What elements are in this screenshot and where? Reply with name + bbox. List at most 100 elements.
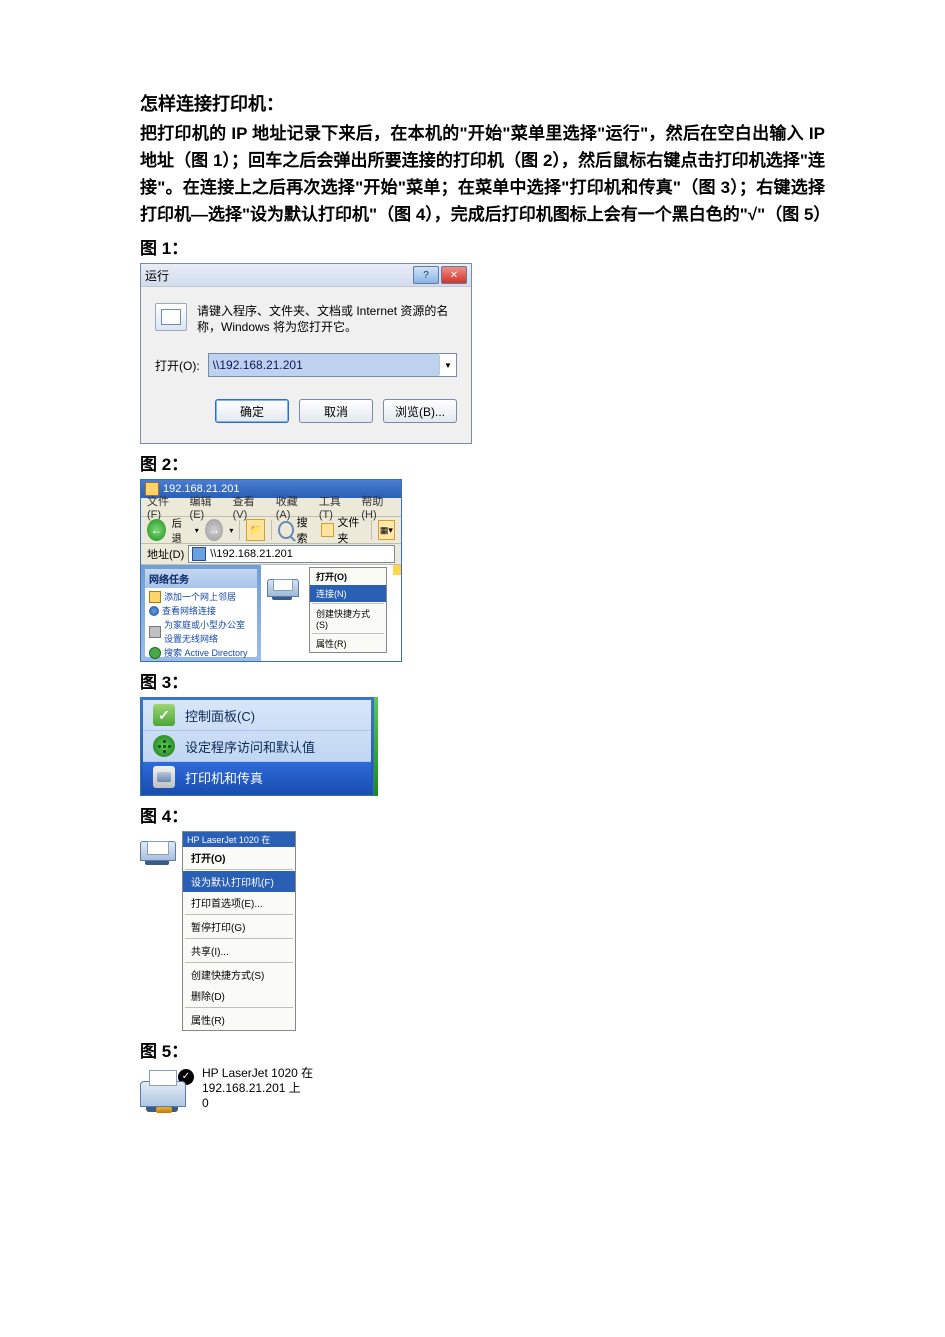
start-item-program-access[interactable]: 设定程序访问和默认值 [143, 731, 371, 762]
search-icon [278, 521, 293, 539]
printer-icon[interactable] [267, 579, 303, 607]
fig4-label: 图 4： [140, 802, 825, 827]
back-button[interactable]: ← [147, 519, 166, 541]
explorer-sidepanel: 网络任务 添加一个网上邻居 查看网络连接 为家庭或小型办公室设置无线网络 搜索 … [141, 565, 261, 661]
explorer-window: 192.168.21.201 文件(F) 编辑(E) 查看(V) 收藏(A) 工… [140, 479, 402, 662]
folder-icon [393, 565, 401, 575]
start-menu-panel: 控制面板(C) 设定程序访问和默认值 打印机和传真 [140, 697, 374, 796]
menu-set-default[interactable]: 设为默认打印机(F) [183, 871, 295, 892]
ctx-properties[interactable]: 属性(R) [310, 635, 386, 652]
doc-intro: 把打印机的 IP 地址记录下来后，在本机的"开始"菜单里选择"运行"，然后在空白… [140, 120, 825, 228]
program-access-icon [153, 735, 175, 757]
cancel-button[interactable]: 取消 [299, 399, 373, 423]
search-icon [149, 647, 161, 659]
folders-button[interactable]: 文件夹 [321, 514, 365, 546]
ok-button[interactable]: 确定 [215, 399, 289, 423]
ctx-open[interactable]: 打开(O) [310, 568, 386, 585]
open-label: 打开(O): [155, 357, 200, 374]
printer-context-menu: 打开(O) 连接(N) 创建快捷方式(S) 属性(R) [309, 567, 387, 653]
start-item-printers-faxes[interactable]: 打印机和传真 [143, 762, 371, 793]
start-menu-edge [374, 697, 378, 796]
close-button[interactable]: ✕ [441, 266, 467, 284]
start-item-control-panel[interactable]: 控制面板(C) [143, 700, 371, 731]
side-item-view-conn[interactable]: 查看网络连接 [149, 604, 253, 618]
menu-view[interactable]: 查看(V) [233, 493, 266, 521]
network-tasks-header: 网络任务 [145, 569, 257, 588]
network-icon [149, 626, 161, 638]
menu-printing-prefs[interactable]: 打印首选项(E)... [183, 892, 295, 913]
search-button[interactable]: 搜索 [278, 514, 315, 546]
address-value: \\192.168.21.201 [210, 548, 293, 560]
fig4-container: HP LaserJet 1020 在 打开(O) 设为默认打印机(F) 打印首选… [140, 831, 296, 1031]
fig5-label: 图 5： [140, 1037, 825, 1062]
printer-queue-count: 0 [202, 1096, 313, 1111]
start-item-label: 打印机和传真 [185, 768, 263, 787]
address-field[interactable]: \\192.168.21.201 [188, 545, 395, 563]
menu-delete[interactable]: 删除(D) [183, 985, 295, 1006]
control-panel-icon [153, 704, 175, 726]
back-label: 后退 [172, 515, 189, 545]
doc-heading: 怎样连接打印机： [140, 90, 825, 116]
printer-name-line2: 192.168.21.201 上 [202, 1081, 313, 1096]
menu-separator [185, 869, 293, 870]
run-title: 运行 [145, 267, 411, 284]
toolbar-separator [271, 520, 272, 540]
side-item-search-ad[interactable]: 搜索 Active Directory [149, 646, 253, 660]
menu-pause[interactable]: 暂停打印(G) [183, 916, 295, 937]
browse-button[interactable]: 浏览(B)... [383, 399, 457, 423]
menu-shortcut[interactable]: 创建快捷方式(S) [183, 964, 295, 985]
side-item-wireless[interactable]: 为家庭或小型办公室设置无线网络 [149, 618, 253, 646]
run-icon [155, 303, 187, 331]
address-label: 地址(D) [147, 546, 184, 562]
menu-separator [185, 938, 293, 939]
back-dropdown-icon[interactable]: ▾ [195, 526, 199, 535]
folders-label: 文件夹 [337, 514, 365, 546]
up-button[interactable]: 📁 [246, 519, 265, 541]
ctx-shortcut[interactable]: 创建快捷方式(S) [310, 605, 386, 632]
menu-help[interactable]: 帮助(H) [361, 493, 395, 521]
default-printer-icon[interactable] [140, 1067, 196, 1111]
fig2-label: 图 2： [140, 450, 825, 475]
views-button[interactable]: ▦▾ [378, 520, 395, 540]
menu-open[interactable]: 打开(O) [183, 847, 295, 868]
search-label: 搜索 [297, 514, 315, 546]
printer-name-line1: HP LaserJet 1020 在 [202, 1066, 313, 1081]
toolbar-separator [239, 520, 240, 540]
open-input-wrap[interactable]: ▼ [208, 353, 457, 377]
ctx-separator [312, 633, 384, 634]
start-item-label: 设定程序访问和默认值 [185, 737, 315, 756]
fig5-container: HP LaserJet 1020 在 192.168.21.201 上 0 [140, 1066, 825, 1111]
menu-separator [185, 914, 293, 915]
open-input[interactable] [209, 354, 439, 376]
fig1-label: 图 1： [140, 234, 825, 259]
printer-context-menu: HP LaserJet 1020 在 打开(O) 设为默认打印机(F) 打印首选… [182, 831, 296, 1031]
menu-separator [185, 962, 293, 963]
side-item-add-place[interactable]: 添加一个网上邻居 [149, 590, 253, 604]
help-button[interactable]: ? [413, 266, 439, 284]
fwd-dropdown-icon[interactable]: ▾ [229, 526, 233, 535]
menu-separator [185, 1007, 293, 1008]
explorer-content: 打开(O) 连接(N) 创建快捷方式(S) 属性(R) [261, 565, 401, 661]
globe-icon [149, 606, 159, 616]
run-description: 请键入程序、文件夹、文档或 Internet 资源的名称，Windows 将为您… [197, 303, 457, 335]
default-printer-label: HP LaserJet 1020 在 192.168.21.201 上 0 [202, 1066, 313, 1111]
computer-icon [192, 547, 206, 561]
ctx-connect[interactable]: 连接(N) [310, 585, 386, 602]
run-titlebar: 运行 ? ✕ [141, 264, 471, 287]
explorer-addressbar: 地址(D) \\192.168.21.201 [141, 544, 401, 565]
printer-icon[interactable] [140, 831, 182, 873]
forward-button[interactable]: → [205, 519, 224, 541]
menu-properties[interactable]: 属性(R) [183, 1009, 295, 1030]
run-dialog: 运行 ? ✕ 请键入程序、文件夹、文档或 Internet 资源的名称，Wind… [140, 263, 472, 444]
menu-share[interactable]: 共享(I)... [183, 940, 295, 961]
explorer-toolbar: ← 后退 ▾ → ▾ 📁 搜索 文件夹 ▦▾ [141, 517, 401, 544]
ctx-separator [312, 603, 384, 604]
menu-edit[interactable]: 编辑(E) [190, 493, 223, 521]
network-bar-icon [156, 1107, 172, 1113]
start-item-label: 控制面板(C) [185, 706, 255, 725]
fig3-label: 图 3： [140, 668, 825, 693]
folder-icon [149, 591, 161, 603]
toolbar-separator [371, 520, 372, 540]
open-dropdown-icon[interactable]: ▼ [439, 355, 456, 375]
folder-icon [321, 523, 335, 537]
